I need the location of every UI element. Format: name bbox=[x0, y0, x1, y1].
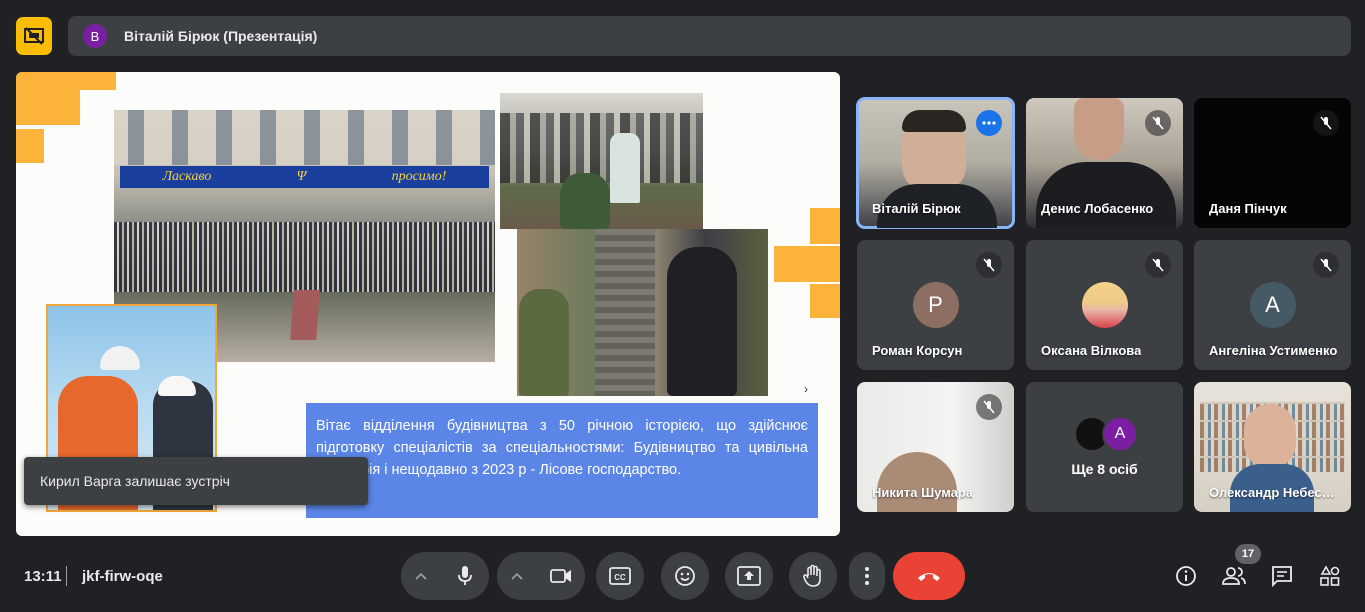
mic-off-icon bbox=[1313, 252, 1339, 278]
participant-mini-avatar: А bbox=[1102, 416, 1138, 452]
mic-off-icon bbox=[1145, 110, 1171, 136]
mic-off-icon bbox=[976, 252, 1002, 278]
chat-icon bbox=[1272, 566, 1292, 587]
raise-hand-button[interactable] bbox=[789, 552, 837, 600]
participant-name: Ангеліна Устименко bbox=[1209, 343, 1338, 358]
more-options-icon[interactable] bbox=[976, 110, 1002, 136]
more-participants-tile[interactable]: А Ще 8 осіб bbox=[1026, 382, 1183, 512]
participant-tile[interactable]: Оксана Вілкова bbox=[1026, 240, 1183, 370]
presentation-title: Віталій Бірюк (Презентація) bbox=[124, 28, 318, 44]
participant-name: Оксана Вілкова bbox=[1041, 343, 1142, 358]
participant-name: Никита Шумара bbox=[872, 485, 974, 500]
forest-photo bbox=[517, 229, 768, 396]
participant-name: Роман Корсун bbox=[872, 343, 963, 358]
slide-decoration bbox=[810, 208, 840, 244]
leave-notification-toast: Кирил Варга залишає зустріч bbox=[24, 457, 368, 505]
microphone-control[interactable] bbox=[401, 552, 489, 600]
activities-button[interactable] bbox=[1314, 560, 1346, 592]
captions-button[interactable]: CC bbox=[596, 552, 644, 600]
clock: 13:11 bbox=[24, 568, 62, 585]
leave-call-button[interactable] bbox=[893, 552, 965, 600]
participant-tile[interactable]: Даня Пінчук bbox=[1194, 98, 1351, 228]
presentation-header: В Віталій Бірюк (Презентація) bbox=[68, 16, 1351, 56]
more-vert-icon bbox=[865, 567, 869, 585]
tree-planting-photo bbox=[500, 93, 703, 229]
participant-name: Даня Пінчук bbox=[1209, 201, 1287, 216]
toast-text: Кирил Варга залишає зустріч bbox=[40, 473, 230, 489]
participant-avatar: Р bbox=[912, 282, 959, 328]
slide-caption: Вітає відділення будівництва з 50 річною… bbox=[306, 403, 818, 518]
chevron-up-icon[interactable] bbox=[401, 567, 441, 585]
divider bbox=[66, 566, 67, 586]
people-count-badge: 17 bbox=[1235, 544, 1261, 564]
participant-tile[interactable]: Олександр Небесний bbox=[1194, 382, 1351, 512]
participant-tile[interactable]: А Ангеліна Устименко bbox=[1194, 240, 1351, 370]
cursor-arrow: › bbox=[804, 382, 808, 396]
participant-tile[interactable]: Р Роман Корсун bbox=[857, 240, 1014, 370]
chat-button[interactable] bbox=[1266, 560, 1298, 592]
participant-name: Денис Лобасенко bbox=[1041, 201, 1154, 216]
participant-tile[interactable]: Никита Шумара bbox=[857, 382, 1014, 512]
participant-tile[interactable]: Денис Лобасенко bbox=[1026, 98, 1183, 228]
mic-off-icon bbox=[1145, 252, 1171, 278]
more-participants-label: Ще 8 осіб bbox=[1071, 461, 1138, 477]
mic-off-icon bbox=[1313, 110, 1339, 136]
people-icon bbox=[1222, 567, 1246, 585]
trident-icon: Ψ bbox=[296, 169, 307, 184]
meeting-code: jkf-firw-oqe bbox=[82, 568, 163, 585]
hang-up-icon bbox=[918, 573, 940, 581]
hand-icon bbox=[803, 564, 821, 587]
banner-text-left: Ласкаво bbox=[162, 169, 212, 184]
slide-decoration bbox=[774, 246, 840, 282]
participant-name: Віталій Бірюк bbox=[872, 201, 961, 216]
participant-photo-avatar bbox=[1081, 282, 1128, 328]
slide-decoration bbox=[16, 90, 80, 125]
activities-icon bbox=[1320, 565, 1340, 586]
meeting-details-button[interactable] bbox=[1170, 560, 1202, 592]
participant-name: Олександр Небесний bbox=[1209, 485, 1339, 500]
camera-control[interactable] bbox=[497, 552, 585, 600]
info-icon bbox=[1176, 566, 1196, 586]
participant-avatar: А bbox=[1249, 282, 1296, 328]
mic-off-icon bbox=[976, 394, 1002, 420]
more-options-button[interactable] bbox=[849, 552, 885, 600]
present-screen-button[interactable] bbox=[725, 552, 773, 600]
chevron-up-icon[interactable] bbox=[497, 567, 537, 585]
emoji-icon bbox=[675, 566, 695, 586]
reactions-button[interactable] bbox=[661, 552, 709, 600]
slide-decoration bbox=[16, 129, 44, 163]
people-button[interactable] bbox=[1218, 560, 1250, 592]
svg-text:CC: CC bbox=[614, 573, 626, 582]
presenter-avatar: В bbox=[83, 24, 107, 48]
participant-tile[interactable]: Віталій Бірюк bbox=[856, 97, 1015, 229]
camera-icon[interactable] bbox=[537, 552, 585, 600]
slide-decoration bbox=[810, 284, 840, 318]
captions-icon: CC bbox=[609, 567, 631, 585]
slide-decoration bbox=[16, 72, 116, 90]
presentation-indicator-icon[interactable] bbox=[16, 17, 52, 55]
microphone-icon[interactable] bbox=[441, 552, 489, 600]
present-screen-icon bbox=[737, 566, 761, 586]
banner-text-right: просимо! bbox=[391, 169, 447, 184]
